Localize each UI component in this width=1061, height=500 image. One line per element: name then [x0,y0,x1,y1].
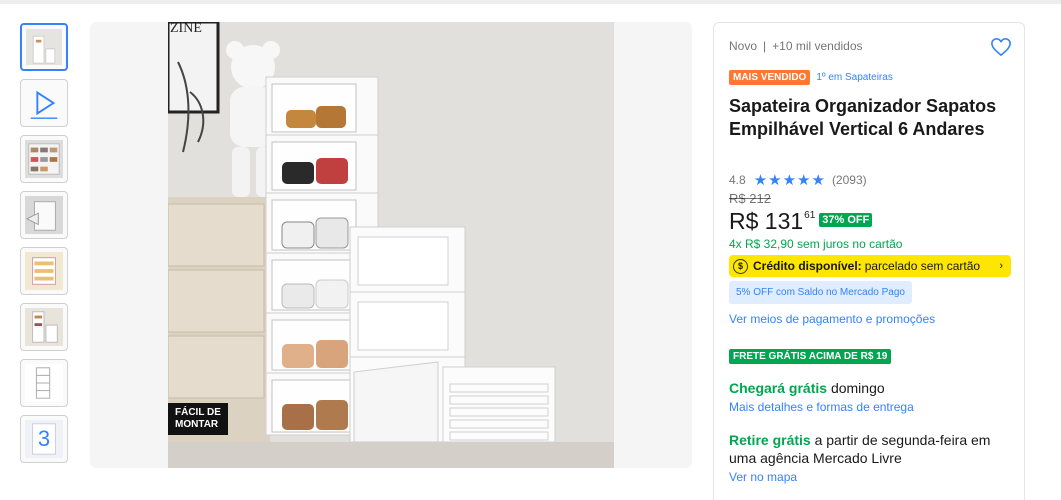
badge-line-1: FÁCIL DE [175,407,221,418]
pickup-free: Retire grátis [729,432,811,448]
separator: | [763,39,767,53]
condition-label: Novo [729,39,758,53]
price-cents: 61 [804,210,816,221]
original-price: R$ 212 [729,191,771,206]
arrival-info: Chegará grátis domingo [729,380,885,396]
product-page: 3 ZINE FÁCIL DE MONTAR Novo | +10 mil ve… [0,0,1061,500]
payment-methods-link[interactable]: Ver meios de pagamento e promoções [729,312,935,326]
view-map-link[interactable]: Ver no mapa [729,470,797,484]
chevron-right-icon: › [999,260,1003,272]
pickup-info: Retire grátis a partir de segunda-feira … [729,431,1009,467]
thumbnail-video[interactable] [20,79,68,127]
current-price: R$ 131 [729,208,804,234]
credit-text: parcelado sem cartão [864,259,981,273]
thumbnail-1[interactable] [20,23,68,71]
free-shipping-badge: FRETE GRÁTIS ACIMA DE R$ 19 [729,349,892,364]
star-icons: ★★★★★ [753,172,826,189]
thumbnail-6[interactable] [20,303,68,351]
delivery-details-link[interactable]: Mais detalhes e formas de entrega [729,400,914,414]
thumbnail-7[interactable] [20,359,68,407]
saldo-discount-tag: 5% OFF com Saldo no Mercado Pago [729,281,912,304]
product-photo: ZINE FÁCIL DE MONTAR [168,22,614,468]
installments: 4x R$ 32,90 sem juros no cartão [729,237,903,251]
discount-badge: 37% OFF [819,213,873,227]
best-seller-badge: MAIS VENDIDO [729,70,811,85]
dollar-coin-icon: $ [733,258,748,274]
easy-assembly-badge: FÁCIL DE MONTAR [168,403,228,435]
buy-box: Novo | +10 mil vendidos MAIS VENDIDO 1º em… [713,22,1025,500]
frame-text: ZINE [170,22,202,36]
thumbnail-3[interactable] [20,135,68,183]
main-image-area[interactable]: ZINE FÁCIL DE MONTAR [90,22,692,468]
arrival-free: Chegará grátis [729,380,828,396]
review-count: (2093) [831,173,867,187]
price-row: R$ 131 61 37% OFF [729,206,873,236]
condition-sold: Novo | +10 mil vendidos [729,39,863,53]
credit-banner[interactable]: $ Crédito disponível: parcelado sem cart… [729,255,1011,277]
play-icon [30,90,58,119]
sold-count: +10 mil vendidos [772,39,863,53]
highlight-row: MAIS VENDIDO 1º em Sapateiras [729,70,893,85]
product-title: Sapateira Organizador Sapatos Empilhável… [729,96,997,139]
credit-label: Crédito disponível: [753,259,862,273]
more-thumbnails-count: 3 [37,426,51,451]
rating-row[interactable]: 4.8 ★★★★★ (2093) [729,171,867,189]
thumbnail-5[interactable] [20,247,68,295]
rating-value: 4.8 [729,173,746,187]
thumbnail-more[interactable]: 3 [20,415,68,463]
heart-icon[interactable] [990,37,1012,57]
badge-line-2: MONTAR [175,419,219,430]
arrival-day: domingo [830,380,885,396]
category-rank-link[interactable]: 1º em Sapateiras [816,72,892,83]
thumbnail-4[interactable] [20,191,68,239]
thumbnail-list: 3 [20,23,68,471]
top-band [0,0,1061,4]
